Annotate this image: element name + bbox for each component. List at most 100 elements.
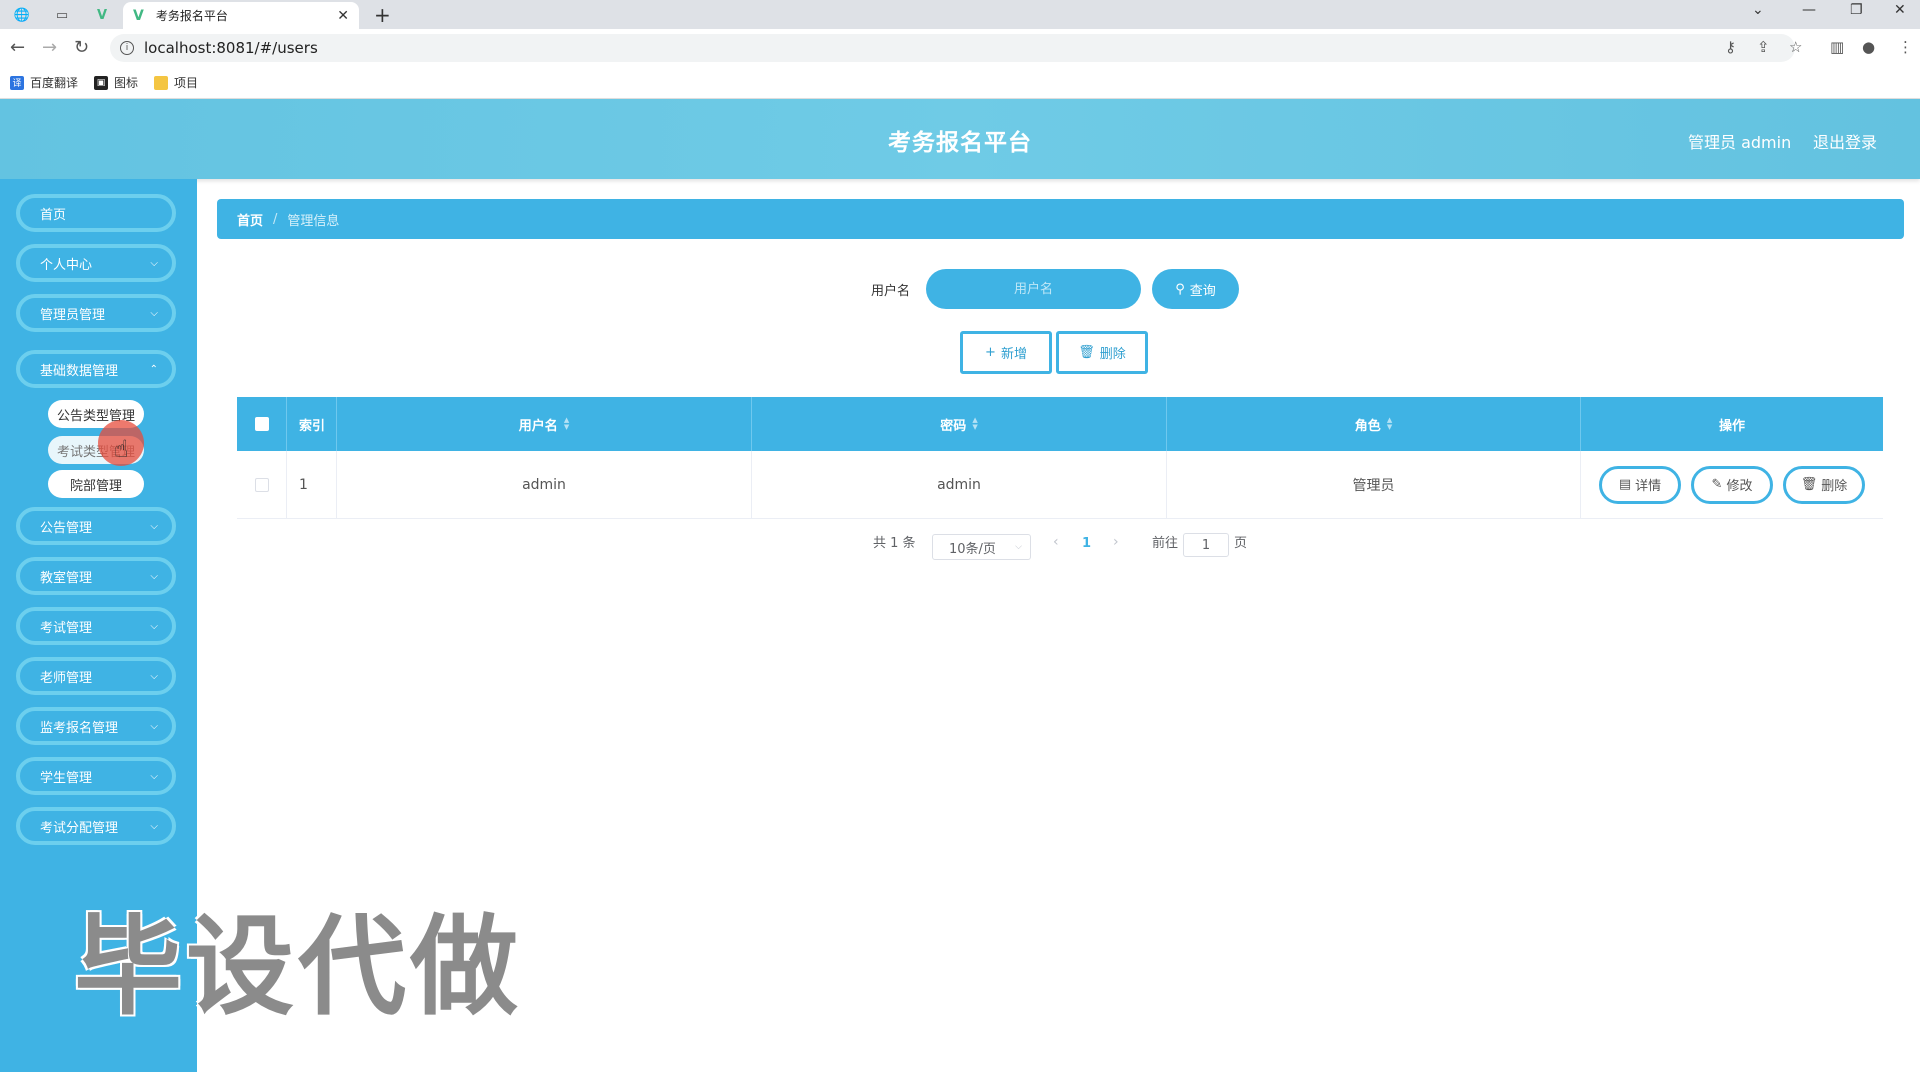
sidebar-item-notice[interactable]: 公告管理 ⌵ <box>16 507 176 545</box>
sidebar-item-exam-assign[interactable]: 考试分配管理 ⌵ <box>16 807 176 845</box>
goto-label: 前往 <box>1152 536 1179 551</box>
profile-icon[interactable]: ● <box>1862 38 1875 56</box>
column-header-role[interactable]: 角色 ▲ ▼ <box>1167 397 1581 451</box>
sidebar-item-student[interactable]: 学生管理 ⌵ <box>16 757 176 795</box>
globe-icon[interactable]: 🌐 <box>10 4 34 26</box>
watermark-overlay: 毕设代做 <box>74 905 523 1030</box>
back-arrow-icon[interactable]: ← <box>10 37 25 58</box>
chevron-down-icon: ⌵ <box>150 258 158 269</box>
query-button[interactable]: ⚲ 查询 <box>1152 269 1239 309</box>
sidebar-subitem-department[interactable]: 院部管理 <box>48 470 144 498</box>
edit-button[interactable]: ✎ 修改 <box>1691 465 1773 504</box>
current-user-label: 管理员 admin <box>1688 133 1792 152</box>
chevron-down-icon: ⌵ <box>150 671 158 682</box>
cell-index: 1 <box>287 451 337 518</box>
browser-tab-bar: 🌐 ▭ V V 考务报名平台 ✕ + ⌄ — ❐ ✕ <box>0 0 1920 29</box>
select-all-cell <box>237 397 287 451</box>
column-header-username[interactable]: 用户名 ▲ ▼ <box>337 397 752 451</box>
page-unit-label: 页 <box>1234 536 1248 551</box>
close-icon[interactable]: ✕ <box>337 8 349 24</box>
edit-icon: ✎ <box>1711 477 1723 492</box>
app-header: 考务报名平台 管理员 admin 退出登录 <box>0 99 1920 179</box>
blank-tab-icon[interactable]: ▭ <box>50 4 74 26</box>
logout-link[interactable]: 退出登录 <box>1813 129 1877 153</box>
chevron-down-icon[interactable]: ⌄ <box>1752 2 1764 18</box>
browser-tab-active[interactable]: V 考务报名平台 ✕ <box>123 2 359 29</box>
breadcrumb-separator: / <box>273 211 278 227</box>
translate-icon: 译 <box>10 75 24 90</box>
hand-cursor-icon: ☝ <box>114 435 129 463</box>
bookmark-project[interactable]: 项目 <box>154 74 198 91</box>
trash-icon: 🗑 <box>1800 477 1818 492</box>
sidebar-item-home[interactable]: 首页 <box>16 194 176 232</box>
select-all-checkbox[interactable] <box>254 417 269 431</box>
key-icon[interactable]: ⚷ <box>1725 38 1736 56</box>
search-icon: ⚲ <box>1175 281 1185 297</box>
sort-icon[interactable]: ▲ ▼ <box>1387 417 1392 431</box>
sort-icon[interactable]: ▲ ▼ <box>564 417 569 431</box>
batch-delete-button[interactable]: 🗑 删除 <box>1056 331 1148 374</box>
tab-title: 考务报名平台 <box>155 9 228 23</box>
sidebar-item-classroom[interactable]: 教室管理 ⌵ <box>16 557 176 595</box>
add-button[interactable]: + 新增 <box>960 331 1052 374</box>
table-row: 1 admin admin 管理员 ▤ 详情 ✎ 修改 🗑 删除 <box>237 451 1883 519</box>
column-header-password[interactable]: 密码 ▲ ▼ <box>752 397 1167 451</box>
sidebar-item-invigilation[interactable]: 监考报名管理 ⌵ <box>16 707 176 745</box>
bookmarks-bar: 译 百度翻译 ▣ 图标 项目 <box>0 67 1920 99</box>
page-number-current[interactable]: 1 <box>1082 536 1091 551</box>
prev-page-icon[interactable]: ‹ <box>1053 534 1059 550</box>
chevron-down-icon: ⌵ <box>1015 542 1022 552</box>
sort-icon[interactable]: ▲ ▼ <box>972 417 977 431</box>
next-page-icon[interactable]: › <box>1113 534 1119 550</box>
users-table: 索引 用户名 ▲ ▼ 密码 ▲ ▼ 角色 ▲ ▼ 操作 1 admin admin 管理员 … <box>237 397 1883 519</box>
breadcrumb-home[interactable]: 首页 <box>237 210 263 229</box>
sidepanel-icon[interactable]: ▥ <box>1830 38 1844 56</box>
column-header-actions: 操作 <box>1718 418 1745 434</box>
bookmark-icons[interactable]: ▣ 图标 <box>94 74 138 91</box>
table-header: 索引 用户名 ▲ ▼ 密码 ▲ ▼ 角色 ▲ ▼ 操作 <box>237 397 1883 451</box>
delete-button[interactable]: 🗑 删除 <box>1783 465 1865 504</box>
window-close-icon[interactable]: ✕ <box>1894 2 1906 18</box>
restore-icon[interactable]: ❐ <box>1850 2 1863 18</box>
reload-icon[interactable]: ↻ <box>74 37 89 58</box>
plus-icon: + <box>985 345 996 360</box>
image-icon: ▣ <box>94 75 109 90</box>
search-label: 用户名 <box>871 284 911 299</box>
sidebar-item-admin[interactable]: 管理员管理 ⌵ <box>16 294 176 332</box>
cell-password: admin <box>752 451 1167 518</box>
star-icon[interactable]: ☆ <box>1789 38 1802 56</box>
chevron-down-icon: ⌵ <box>150 308 158 319</box>
minimize-icon[interactable]: — <box>1802 2 1816 18</box>
new-tab-icon[interactable]: + <box>374 3 391 27</box>
chevron-down-icon: ⌵ <box>150 771 158 782</box>
url-text: localhost:8081/#/users <box>144 39 318 57</box>
vue-logo-icon[interactable]: V <box>90 4 114 26</box>
breadcrumb-current: 管理信息 <box>287 213 340 229</box>
vue-logo-icon: V <box>133 7 144 24</box>
bookmark-baidu-translate[interactable]: 译 百度翻译 <box>10 74 78 91</box>
info-icon[interactable]: i <box>120 41 134 55</box>
chevron-up-icon: ⌃ <box>149 364 158 375</box>
url-field[interactable]: i localhost:8081/#/users <box>110 34 1795 62</box>
goto-page-input[interactable] <box>1183 533 1229 557</box>
app-title: 考务报名平台 <box>888 130 1032 156</box>
page-size-select[interactable]: 10条/页 ⌵ <box>932 534 1031 560</box>
cell-role: 管理员 <box>1167 451 1581 518</box>
cell-username: admin <box>337 451 752 518</box>
share-icon[interactable]: ⇪ <box>1757 38 1770 56</box>
sidebar-item-profile[interactable]: 个人中心 ⌵ <box>16 244 176 282</box>
breadcrumb: 首页 / 管理信息 <box>217 199 1904 239</box>
cell-actions: ▤ 详情 ✎ 修改 🗑 删除 <box>1581 451 1883 518</box>
forward-arrow-icon[interactable]: → <box>42 37 57 58</box>
kebab-menu-icon[interactable]: ⋮ <box>1898 38 1913 56</box>
folder-icon <box>154 75 169 90</box>
address-bar: ← → ↻ i localhost:8081/#/users ⚷ ⇪ ☆ ▥ ●… <box>0 29 1920 67</box>
search-input[interactable] <box>926 269 1141 309</box>
row-checkbox[interactable] <box>254 477 269 492</box>
sidebar-item-exam[interactable]: 考试管理 ⌵ <box>16 607 176 645</box>
sidebar-item-base-data[interactable]: 基础数据管理 ⌃ <box>16 350 176 388</box>
chevron-down-icon: ⌵ <box>150 721 158 732</box>
sidebar-item-teacher[interactable]: 老师管理 ⌵ <box>16 657 176 695</box>
trash-icon: 🗑 <box>1078 345 1095 360</box>
detail-button[interactable]: ▤ 详情 <box>1599 465 1681 504</box>
